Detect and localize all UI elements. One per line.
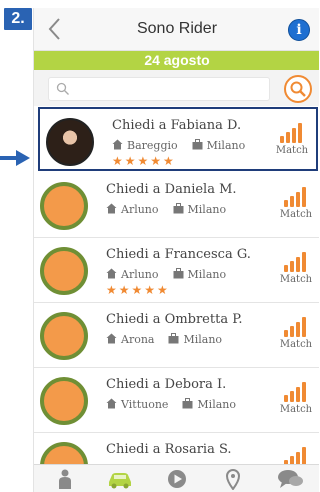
origin-city: Arona: [121, 333, 155, 346]
rider-name: Chiedi a Ombretta P.: [106, 312, 243, 327]
destination-city: Milano: [187, 268, 227, 281]
avatar: [40, 247, 88, 295]
search-icon: [290, 81, 306, 97]
search-bar: [34, 70, 319, 106]
home-icon: [106, 333, 117, 344]
tab-map[interactable]: [218, 468, 248, 491]
office-icon: [173, 268, 184, 279]
match-label: Match: [279, 404, 313, 415]
office-icon: [182, 398, 193, 409]
list-item[interactable]: Chiedi a Daniela M. Arluno Milano Match: [34, 173, 319, 238]
match-button[interactable]: Match: [276, 251, 316, 291]
origin-city: Arluno: [121, 203, 159, 216]
match-button[interactable]: Match: [276, 381, 316, 421]
tab-chat[interactable]: [275, 468, 305, 490]
home-icon: [112, 139, 123, 150]
list-item[interactable]: Chiedi a Francesca G. Arluno Milano ★★★★★…: [34, 238, 319, 303]
office-icon: [192, 139, 203, 150]
destination-city: Milano: [206, 139, 246, 152]
tab-profile[interactable]: [50, 468, 80, 490]
step-badge: 2.: [4, 8, 32, 30]
match-label: Match: [279, 274, 313, 285]
match-button[interactable]: Match: [272, 122, 312, 162]
date-bar: 24 agosto: [34, 51, 319, 70]
list-item[interactable]: Chiedi a Ombretta P. Arona Milano Match: [34, 303, 319, 368]
origin-city: Vittuone: [121, 398, 169, 411]
match-label: Match: [279, 209, 313, 220]
chat-icon: [278, 470, 303, 488]
route-info: Arluno Milano: [106, 203, 226, 216]
search-field[interactable]: [48, 77, 270, 101]
match-label: Match: [275, 145, 309, 156]
list-item[interactable]: Chiedi a Fabiana D. Bareggio Milano ★★★★★…: [38, 107, 318, 171]
avatar: [40, 182, 88, 230]
match-button[interactable]: Match: [276, 186, 316, 226]
play-icon: [168, 470, 186, 488]
destination-city: Milano: [197, 398, 236, 411]
route-info: Arluno Milano: [106, 268, 226, 281]
search-icon: [56, 82, 69, 95]
route-info: Vittuone Milano: [106, 398, 236, 411]
rider-name: Chiedi a Daniela M.: [106, 182, 237, 197]
rider-name: Chiedi a Fabiana D.: [112, 118, 242, 133]
list-item[interactable]: Chiedi a Debora I. Vittuone Milano Match: [34, 368, 319, 433]
rider-name: Chiedi a Francesca G.: [106, 247, 251, 262]
signal-bars-icon: [284, 317, 306, 337]
bottom-tab-bar: [34, 464, 319, 492]
avatar: [40, 312, 88, 360]
destination-city: Milano: [187, 203, 227, 216]
office-icon: [168, 333, 179, 344]
car-icon: [109, 473, 131, 489]
rating-stars: ★★★★★: [106, 283, 170, 297]
signal-bars-icon: [280, 123, 302, 143]
tab-rides[interactable]: [105, 468, 135, 490]
home-icon: [106, 398, 117, 409]
tab-play[interactable]: [162, 468, 192, 490]
rating-stars: ★★★★★: [112, 154, 176, 168]
destination-city: Milano: [183, 333, 223, 346]
match-button[interactable]: Match: [276, 316, 316, 356]
avatar: [46, 118, 94, 166]
rider-name: Chiedi a Debora I.: [106, 377, 227, 392]
search-button[interactable]: [284, 75, 312, 103]
avatar: [40, 377, 88, 425]
route-info: Arona Milano: [106, 333, 222, 346]
home-icon: [106, 268, 117, 279]
home-icon: [106, 203, 117, 214]
screenshot-root: 2. Sono Rider i 24 agosto Chiedi a Fabia…: [0, 0, 319, 492]
page-title: Sono Rider: [136, 20, 218, 37]
rider-name: Chiedi a Rosaria S.: [106, 442, 232, 457]
match-label: Match: [279, 339, 313, 350]
route-info: Bareggio Milano: [112, 139, 245, 152]
person-icon: [59, 469, 71, 489]
chevron-left-icon[interactable]: [44, 16, 66, 42]
office-icon: [173, 203, 184, 214]
origin-city: Bareggio: [127, 139, 178, 152]
signal-bars-icon: [284, 382, 306, 402]
search-input[interactable]: [75, 80, 269, 100]
pointer-arrow-icon: [0, 150, 30, 166]
signal-bars-icon: [284, 252, 306, 272]
map-pin-icon: [225, 469, 241, 491]
origin-city: Arluno: [121, 268, 159, 281]
phone-screen: Sono Rider i 24 agosto Chiedi a Fabiana …: [33, 8, 319, 492]
info-icon[interactable]: i: [288, 19, 310, 41]
top-nav-bar: Sono Rider i: [34, 8, 319, 51]
signal-bars-icon: [284, 187, 306, 207]
